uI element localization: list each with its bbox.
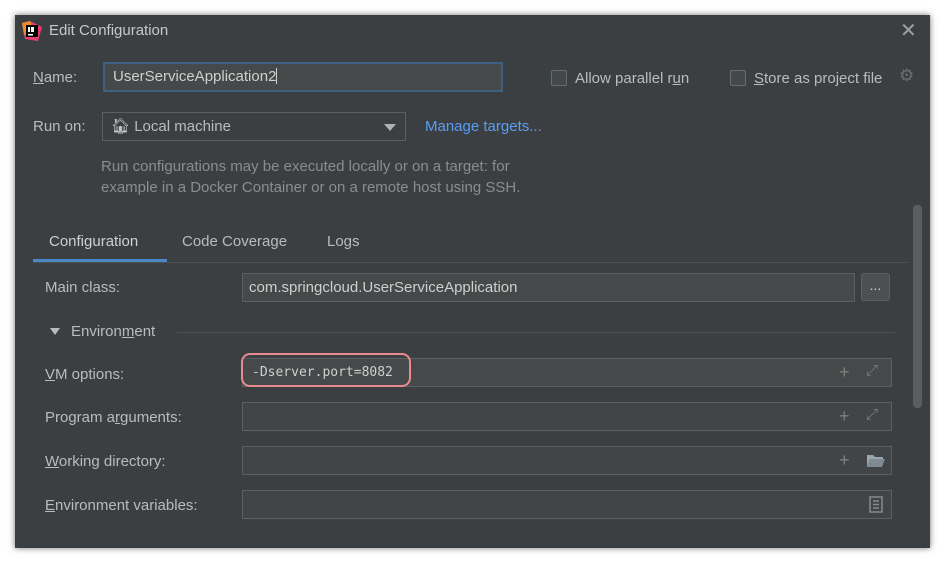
program-arguments-field[interactable]: + ⤢ — [242, 402, 892, 431]
plus-icon[interactable]: + — [839, 362, 850, 382]
hint-line-2: example in a Docker Container or on a re… — [101, 179, 521, 196]
main-class-value: com.springcloud.UserServiceApplication — [249, 279, 518, 296]
home-icon: 🏠︎ — [111, 118, 131, 135]
working-directory-field[interactable]: + — [242, 446, 892, 475]
run-on-label: Run on: — [33, 118, 86, 135]
run-on-dropdown[interactable]: 🏠︎ Local machine — [102, 112, 406, 141]
program-arguments-value — [243, 403, 891, 413]
vm-options-highlight-annotation — [241, 353, 411, 387]
edit-configuration-dialog: Edit Configuration ✕ Name: UserServiceAp… — [15, 15, 930, 548]
document-icon[interactable] — [869, 496, 883, 513]
name-label: Name: — [33, 69, 78, 86]
allow-parallel-run-label[interactable]: Allow parallel run — [575, 70, 689, 87]
hint-line-1: Run configurations may be executed local… — [101, 158, 510, 175]
collapse-triangle-icon[interactable] — [50, 328, 60, 335]
chevron-down-icon — [384, 124, 396, 131]
section-separator — [177, 332, 895, 333]
run-on-selected-value: Local machine — [134, 118, 231, 135]
manage-targets-link[interactable]: Manage targets... — [425, 118, 542, 135]
store-as-project-file-checkbox[interactable] — [730, 70, 746, 86]
store-as-project-file-label[interactable]: Store as project file — [754, 70, 882, 87]
expand-icon[interactable]: ⤢ — [866, 405, 878, 425]
dialog-title: Edit Configuration — [49, 22, 169, 39]
tab-configuration[interactable]: Configuration — [49, 233, 138, 250]
environment-variables-value — [243, 491, 891, 501]
name-input[interactable]: UserServiceApplication2 — [103, 62, 503, 92]
vertical-scrollbar[interactable] — [913, 205, 922, 408]
close-icon[interactable]: ✕ — [900, 19, 917, 43]
main-class-field[interactable]: com.springcloud.UserServiceApplication — [242, 273, 855, 302]
allow-parallel-run-checkbox[interactable] — [551, 70, 567, 86]
run-on-hint: Run configurations may be executed local… — [101, 156, 520, 198]
expand-icon[interactable]: ⤢ — [866, 361, 878, 381]
intellij-app-icon — [22, 21, 42, 41]
tab-code-coverage[interactable]: Code Coverage — [182, 233, 287, 250]
browse-main-class-button[interactable]: ... — [861, 273, 890, 301]
environment-section-title[interactable]: Environment — [71, 323, 155, 340]
title-bar: Edit Configuration ✕ — [15, 15, 930, 49]
plus-icon[interactable]: + — [839, 406, 850, 426]
program-arguments-label: Program arguments: — [45, 409, 182, 426]
gear-icon[interactable]: ⚙ — [899, 66, 914, 86]
tab-logs[interactable]: Logs — [327, 233, 360, 250]
main-class-label: Main class: — [45, 279, 121, 296]
vm-options-label: VM options: — [45, 366, 125, 383]
working-directory-value — [243, 447, 891, 457]
folder-icon[interactable] — [866, 453, 886, 469]
plus-icon[interactable]: + — [839, 450, 850, 470]
environment-variables-field[interactable] — [242, 490, 892, 519]
working-directory-label: Working directory: — [45, 453, 166, 470]
environment-variables-label: Environment variables: — [45, 497, 198, 514]
